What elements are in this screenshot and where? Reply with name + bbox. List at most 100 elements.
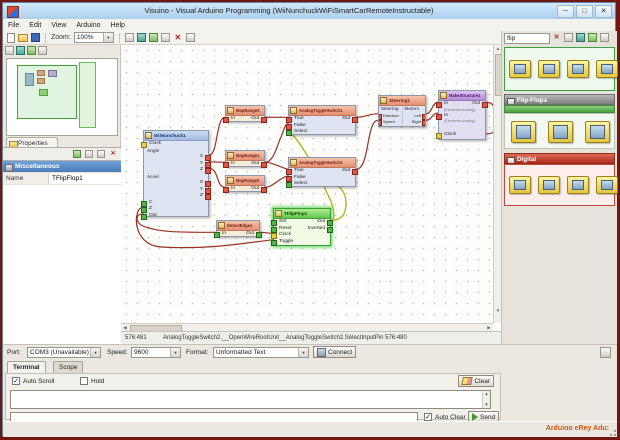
connect-button[interactable]: Connect [313, 346, 356, 358]
pin-toggle[interactable] [271, 240, 277, 246]
menu-help[interactable]: Help [106, 22, 130, 29]
toolbox-subcategory-band[interactable] [504, 105, 615, 113]
categorize-icon[interactable] [85, 150, 93, 158]
compile-upload-icon[interactable] [149, 33, 158, 42]
pin-out[interactable] [256, 232, 262, 238]
component-item[interactable] [567, 60, 589, 78]
minimap-board-strip [79, 62, 96, 128]
menu-file[interactable]: File [3, 22, 24, 29]
pin-select[interactable] [286, 182, 292, 188]
pin-right[interactable] [422, 120, 425, 126]
toolbox-category-flipflops[interactable]: Flip-Flops [504, 94, 615, 105]
terminal-output[interactable]: ▲ ▼ [10, 390, 491, 409]
view-mode-icon[interactable] [576, 33, 585, 42]
pin-in[interactable] [223, 187, 229, 193]
clear-button[interactable]: Clear [458, 375, 494, 387]
help-tool-icon[interactable] [186, 33, 195, 42]
pan-tool-icon[interactable] [38, 46, 47, 55]
terminal-scrollbar[interactable]: ▲ ▼ [482, 391, 490, 408]
maximize-button[interactable]: □ [576, 5, 593, 18]
clear-filter-icon[interactable]: ✕ [552, 33, 561, 42]
zoom-combo[interactable]: 100% ▼ [74, 32, 114, 43]
block-analogtoggleswitch1[interactable]: AnalogToggleSwitch1 TrueOut False Select [288, 105, 356, 135]
toolbox-category-digital[interactable]: Digital [504, 153, 615, 164]
pin-out[interactable] [141, 214, 147, 220]
pin-out[interactable] [261, 162, 267, 168]
menu-view[interactable]: View [46, 22, 71, 29]
pin-speed[interactable] [379, 120, 382, 126]
close-button[interactable]: ✕ [595, 5, 612, 18]
project-minimap[interactable] [6, 58, 118, 136]
board-view-icon[interactable] [16, 46, 25, 55]
menu-edit[interactable]: Edit [24, 22, 46, 29]
port-select[interactable]: COM3 (Unavailable) ▼ [27, 347, 101, 358]
component-item[interactable] [538, 60, 560, 78]
save-project-icon[interactable] [31, 33, 40, 42]
chevron-down-icon[interactable]: ▼ [90, 348, 100, 357]
block-maprange3[interactable]: MapRange3 InOut [225, 175, 265, 192]
block-tflipflop1[interactable]: TFlipFlop1 SetOut ResetInverted Clock To… [273, 208, 331, 246]
format-select[interactable]: Unformatted Text ▼ [213, 347, 309, 358]
delete-icon[interactable]: ✕ [173, 33, 183, 43]
component-item[interactable] [509, 176, 531, 194]
design-canvas[interactable]: WiiNunchuck1 Clock Angle X Y Z Accel X Y… [121, 45, 493, 323]
component-item[interactable] [538, 176, 560, 194]
new-project-icon[interactable] [7, 33, 15, 43]
hold-checkbox[interactable] [80, 377, 88, 385]
open-project-icon[interactable] [18, 34, 28, 42]
component-icon [380, 97, 387, 104]
tab-terminal[interactable]: Terminal [7, 361, 46, 373]
minimap-viewport[interactable] [17, 65, 77, 119]
settings-icon[interactable] [161, 33, 170, 42]
pin-out[interactable] [261, 117, 267, 123]
speed-select[interactable]: 9600 ▼ [131, 347, 181, 358]
block-wiinunchuck1[interactable]: WiiNunchuck1 Clock Angle X Y Z Accel X Y… [143, 130, 209, 217]
expand-all-icon[interactable] [588, 33, 597, 42]
title-bar[interactable]: Visuino - Visual Arduino Programming (Wi… [3, 3, 615, 20]
pin-in[interactable] [223, 162, 229, 168]
block-analogtoggleswitch2[interactable]: AnalogToggleSwitch2 TrueOut False Select [288, 157, 356, 187]
clear-filter-icon[interactable]: ✕ [109, 150, 117, 158]
disconnect-icon[interactable] [600, 347, 611, 358]
block-maprange1[interactable]: MapRange1 InOut [225, 150, 265, 167]
component-item[interactable] [585, 121, 610, 143]
property-category[interactable]: Miscellaneous [3, 161, 121, 173]
property-value[interactable]: TFlipFlop1 [49, 173, 121, 184]
component-icon [227, 107, 234, 114]
block-steering1[interactable]: Steering1 Steering Direction Speed Motor… [378, 95, 426, 127]
filter-icon[interactable] [97, 150, 105, 158]
auto-clear-checkbox[interactable]: ✓ [424, 413, 432, 421]
block-maprange2[interactable]: MapRange2 InOut [225, 105, 265, 122]
component-item[interactable] [509, 60, 531, 78]
component-item[interactable] [548, 121, 573, 143]
component-item[interactable] [511, 121, 536, 143]
zoom-fit-icon[interactable] [27, 46, 36, 55]
pin-select[interactable] [286, 130, 292, 136]
component-item[interactable] [567, 176, 589, 194]
pin-out[interactable] [261, 187, 267, 193]
auto-scroll-checkbox[interactable]: ✓ [12, 377, 20, 385]
property-row-name[interactable]: Name TFlipFlop1 [3, 173, 121, 185]
chevron-down-icon[interactable]: ▼ [298, 348, 308, 357]
pin-in[interactable] [214, 232, 220, 238]
resize-grip[interactable] [608, 428, 616, 436]
format-tool-icon[interactable] [125, 33, 134, 42]
pin-panel-icon[interactable] [600, 33, 609, 42]
design-canvas-wrap: WiiNunchuck1 Clock Angle X Y Z Accel X Y… [121, 45, 501, 331]
pin-clock[interactable] [436, 133, 442, 139]
block-makestructure1[interactable]: MakeStructure1 InOut (Elements Analog) I… [438, 90, 486, 140]
component-item[interactable] [596, 176, 618, 194]
sort-asc-icon[interactable] [73, 150, 81, 158]
tab-scope[interactable]: Scope [53, 361, 83, 373]
overview-tool-icon[interactable] [5, 46, 14, 55]
select-board-icon[interactable] [137, 33, 146, 42]
collapse-all-icon[interactable] [564, 33, 573, 42]
minimize-button[interactable]: ─ [557, 5, 574, 18]
chevron-down-icon[interactable]: ▼ [170, 348, 180, 357]
component-item[interactable] [596, 60, 618, 78]
pin-in[interactable] [223, 117, 229, 123]
menu-arduino[interactable]: Arduino [71, 22, 105, 29]
block-detectedge1[interactable]: DetectEdge1 InOut [216, 220, 260, 237]
chevron-down-icon[interactable]: ▼ [103, 33, 113, 42]
component-filter-input[interactable] [504, 33, 550, 44]
